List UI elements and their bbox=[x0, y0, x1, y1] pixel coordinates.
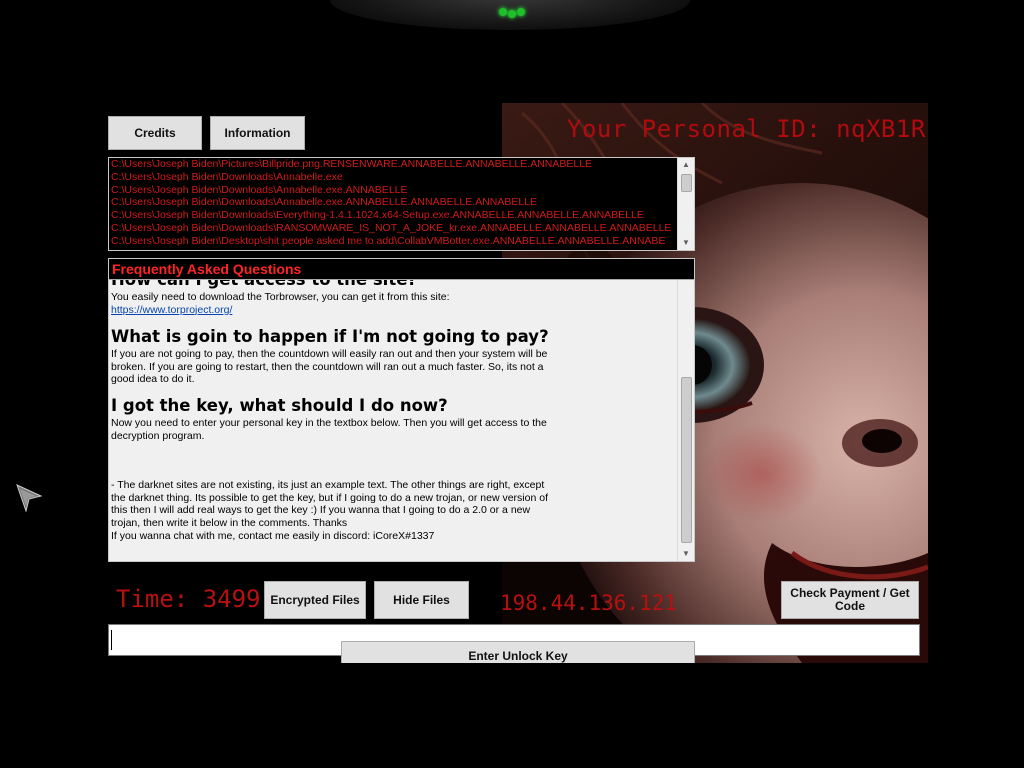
faq-question-3: I got the key, what should I do now? bbox=[111, 395, 448, 415]
enter-unlock-key-button[interactable]: Enter Unlock Key bbox=[341, 641, 695, 663]
faq-header: Frequently Asked Questions bbox=[109, 259, 694, 280]
encrypted-file-row[interactable]: C:\Users\Joseph Biden\Downloads\Everythi… bbox=[111, 209, 677, 222]
encrypted-file-row[interactable]: C:\Users\Joseph Biden\Downloads\RANSOMWA… bbox=[111, 222, 677, 235]
file-list-scrollbar[interactable]: ▲ ▼ bbox=[677, 158, 694, 250]
faq-answer-1: You easily need to download the Torbrows… bbox=[111, 291, 450, 303]
personal-id-label: Your Personal ID: nqXB1RrJH bbox=[567, 115, 928, 143]
encrypted-file-row[interactable]: C:\Users\Joseph Biden\Downloads\Annabell… bbox=[111, 196, 677, 209]
hide-files-button[interactable]: Hide Files bbox=[374, 581, 469, 619]
scroll-up-icon[interactable]: ▲ bbox=[678, 158, 694, 172]
encrypted-files-list[interactable]: C:\Users\Joseph Biden\Pictures\Billpride… bbox=[108, 157, 695, 251]
check-payment-button[interactable]: Check Payment / Get Code bbox=[781, 581, 919, 619]
faq-note: - The darknet sites are not existing, it… bbox=[111, 479, 548, 529]
scroll-down-icon[interactable]: ▼ bbox=[678, 547, 694, 561]
encrypted-file-row[interactable]: C:\Users\Joseph Biden\Downloads\Annabell… bbox=[111, 184, 677, 197]
scroll-thumb[interactable] bbox=[681, 377, 692, 543]
faq-scrollbar[interactable]: ▲ ▼ bbox=[677, 259, 694, 561]
faq-contact: If you wanna chat with me, contact me ea… bbox=[111, 529, 435, 542]
text-caret bbox=[111, 630, 112, 650]
countdown-timer: Time: 3499 bbox=[116, 585, 261, 613]
credits-button[interactable]: Credits bbox=[108, 116, 202, 150]
faq-panel[interactable]: Frequently Asked Questions How can I get… bbox=[108, 258, 695, 562]
scroll-thumb[interactable] bbox=[681, 174, 692, 192]
file-rows-container: C:\Users\Joseph Biden\Pictures\Billpride… bbox=[111, 158, 677, 248]
encrypted-file-row[interactable]: C:\Users\Joseph Biden\Desktop\shit peopl… bbox=[111, 235, 677, 248]
top-bar-indicator-icon bbox=[497, 6, 527, 18]
scroll-down-icon[interactable]: ▼ bbox=[678, 236, 694, 250]
mouse-pointer-icon bbox=[16, 484, 42, 512]
faq-answer-2: If you are not going to pay, then the co… bbox=[111, 348, 548, 386]
torproject-link[interactable]: https://www.torproject.org/ bbox=[111, 304, 676, 317]
faq-content: How can I get access to the site? You ea… bbox=[111, 269, 676, 542]
encrypted-file-row[interactable]: C:\Users\Joseph Biden\Downloads\Annabell… bbox=[111, 171, 677, 184]
encrypted-files-button[interactable]: Encrypted Files bbox=[264, 581, 366, 619]
information-button[interactable]: Information bbox=[210, 116, 305, 150]
ip-address-label: 198.44.136.121 bbox=[500, 591, 678, 615]
encrypted-file-row[interactable]: C:\Users\Joseph Biden\Pictures\Billpride… bbox=[111, 158, 677, 171]
faq-answer-3: Now you need to enter your personal key … bbox=[111, 416, 547, 442]
faq-question-2: What is goin to happen if I'm not going … bbox=[111, 327, 549, 347]
ransomware-window: Your Personal ID: nqXB1RrJH Credits Info… bbox=[107, 103, 928, 663]
